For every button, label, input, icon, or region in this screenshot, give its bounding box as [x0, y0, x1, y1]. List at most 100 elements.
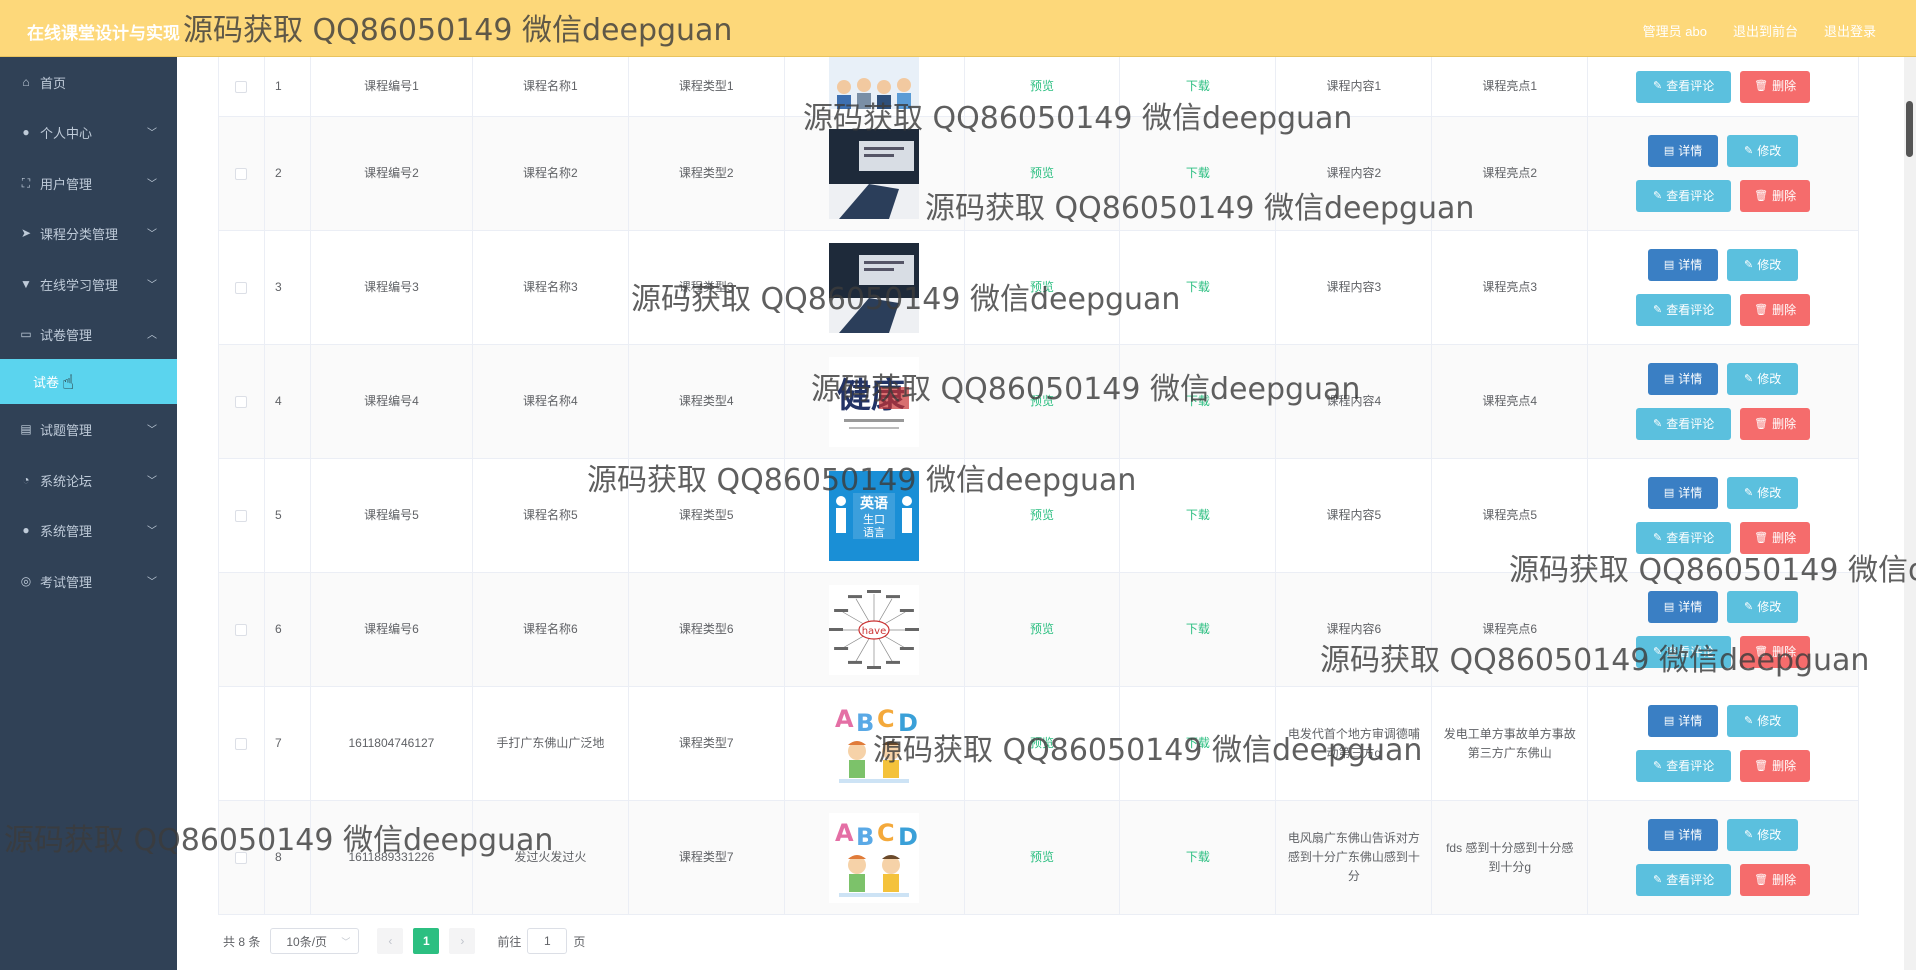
course-thumbnail[interactable]: [829, 242, 920, 333]
row-index: 7: [265, 687, 311, 800]
detail-button[interactable]: ▤ 详情: [1648, 705, 1719, 737]
delete-button[interactable]: 🗑 删除: [1740, 180, 1811, 212]
pencil-icon: ✎: [1743, 372, 1754, 385]
download-link[interactable]: 下载: [1120, 459, 1277, 572]
course-thumbnail[interactable]: ABCD: [829, 698, 920, 789]
edit-button[interactable]: ✎ 修改: [1727, 249, 1799, 281]
sidebar-item-forum[interactable]: ◔ 系统论坛 ﹀: [0, 455, 177, 505]
row-checkbox[interactable]: [235, 623, 248, 636]
logout-link[interactable]: 退出登录: [1824, 21, 1876, 40]
detail-button[interactable]: ▤ 详情: [1648, 363, 1719, 395]
row-actions: ▤ 详情 ✎ 修改 ✎ 查看评论 🗑 删除: [1588, 573, 1858, 686]
page-size-select[interactable]: 10条/页 ﹀: [270, 928, 360, 954]
sidebar-item-system[interactable]: ● 系统管理 ﹀: [0, 505, 177, 555]
download-link[interactable]: 下载: [1120, 117, 1277, 230]
download-link[interactable]: 下载: [1120, 801, 1277, 914]
delete-button[interactable]: 🗑 删除: [1740, 522, 1811, 554]
download-link[interactable]: 下载: [1120, 231, 1277, 344]
scrollbar-thumb[interactable]: [1906, 101, 1913, 157]
delete-button[interactable]: 🗑 删除: [1740, 750, 1811, 782]
preview-link[interactable]: 预览: [965, 117, 1121, 230]
view-comments-button[interactable]: ✎ 查看评论: [1636, 180, 1732, 212]
detail-button[interactable]: ▤ 详情: [1648, 477, 1719, 509]
view-comments-button[interactable]: ✎ 查看评论: [1636, 636, 1732, 668]
detail-button[interactable]: ▤ 详情: [1648, 819, 1719, 851]
row-checkbox[interactable]: [235, 395, 248, 408]
download-link[interactable]: 下载: [1120, 573, 1277, 686]
course-content: 课程内容3: [1276, 231, 1433, 344]
sidebar-item-profile[interactable]: ● 个人中心 ﹀: [0, 107, 177, 157]
view-comments-button[interactable]: ✎ 查看评论: [1636, 70, 1732, 103]
view-comments-button[interactable]: ✎ 查看评论: [1636, 408, 1732, 440]
view-comments-button[interactable]: ✎ 查看评论: [1636, 750, 1732, 782]
course-thumbnail[interactable]: [829, 56, 920, 109]
edit-button[interactable]: ✎ 修改: [1727, 363, 1799, 395]
page-number-current[interactable]: 1: [413, 928, 440, 954]
row-actions: ▤ 详情 ✎ 修改 ✎ 查看评论 🗑 删除: [1588, 801, 1858, 914]
download-link[interactable]: 下载: [1120, 57, 1277, 116]
view-comments-button[interactable]: ✎ 查看评论: [1636, 864, 1732, 896]
sidebar-item-course-category[interactable]: ➤ 课程分类管理 ﹀: [0, 208, 177, 258]
chevron-up-icon: ︿: [147, 330, 157, 341]
delete-button[interactable]: 🗑 删除: [1740, 70, 1811, 103]
goto-page-input[interactable]: [527, 928, 568, 954]
preview-link[interactable]: 预览: [965, 573, 1121, 686]
sidebar-subitem-exam-paper[interactable]: 试卷 ☝: [0, 359, 177, 404]
delete-button[interactable]: 🗑 删除: [1740, 864, 1811, 896]
course-image-cell: ABCD: [785, 801, 965, 914]
row-checkbox[interactable]: [235, 167, 248, 180]
sidebar-item-exam-papers[interactable]: ▭ 试卷管理 ︿: [0, 309, 177, 359]
course-name: 课程名称6: [473, 573, 629, 686]
pencil-icon: ✎: [1652, 80, 1663, 92]
edit-button[interactable]: ✎ 修改: [1727, 477, 1799, 509]
sidebar-item-home[interactable]: ⌂ 首页: [0, 57, 177, 107]
view-comments-button[interactable]: ✎ 查看评论: [1636, 522, 1732, 554]
course-thumbnail[interactable]: 英语 生口 语言: [829, 470, 920, 561]
back-to-front-link[interactable]: 退出到前台: [1733, 21, 1798, 40]
row-checkbox[interactable]: [235, 737, 248, 750]
preview-link[interactable]: 预览: [965, 801, 1121, 914]
delete-button[interactable]: 🗑 删除: [1740, 294, 1811, 326]
download-link[interactable]: 下载: [1120, 345, 1277, 458]
sidebar-subitem-label: 试卷: [33, 375, 60, 390]
preview-link[interactable]: 预览: [965, 57, 1121, 116]
preview-link[interactable]: 预览: [965, 345, 1121, 458]
course-name: 发过火发过火: [473, 801, 629, 914]
detail-button[interactable]: ▤ 详情: [1648, 249, 1719, 281]
view-comments-button[interactable]: ✎ 查看评论: [1636, 294, 1732, 326]
detail-button[interactable]: ▤ 详情: [1648, 135, 1719, 167]
table-row: 7 1611804746127 手打广东佛山广泛地 课程类型7 A B C D 预览 下载 电发代首…: [219, 687, 1858, 801]
pencil-icon: ✎: [1652, 189, 1663, 202]
sidebar-item-online-learning[interactable]: ▼ 在线学习管理 ﹀: [0, 259, 177, 309]
preview-link[interactable]: 预览: [965, 459, 1121, 572]
preview-link[interactable]: 预览: [965, 687, 1121, 800]
sidebar-item-exams[interactable]: ◎ 考试管理 ﹀: [0, 556, 177, 606]
delete-button[interactable]: 🗑 删除: [1740, 408, 1811, 440]
course-thumbnail[interactable]: ABCD: [829, 812, 920, 903]
table-row: 8 1611889331226 发过火发过火 课程类型7 A B C D 预览 下载 电风扇广东佛山…: [219, 801, 1858, 915]
row-checkbox[interactable]: [235, 80, 248, 93]
course-thumbnail[interactable]: [829, 128, 920, 219]
download-link[interactable]: 下载: [1120, 687, 1277, 800]
edit-button[interactable]: ✎ 修改: [1727, 591, 1799, 623]
sidebar-item-questions[interactable]: ▤ 试题管理 ﹀: [0, 404, 177, 454]
edit-button[interactable]: ✎ 修改: [1727, 705, 1799, 737]
course-name: 课程名称3: [473, 231, 629, 344]
delete-button-label: 删除: [1772, 79, 1797, 93]
edit-button[interactable]: ✎ 修改: [1727, 819, 1799, 851]
delete-button[interactable]: 🗑 删除: [1740, 636, 1811, 668]
course-name: 手打广东佛山广泛地: [473, 687, 629, 800]
row-checkbox[interactable]: [235, 281, 248, 294]
sidebar-item-users[interactable]: ⛶ 用户管理 ﹀: [0, 158, 177, 208]
row-checkbox[interactable]: [235, 851, 248, 864]
vertical-scrollbar[interactable]: [1904, 57, 1916, 970]
course-thumbnail[interactable]: have: [829, 584, 920, 675]
prev-page-button[interactable]: ‹: [377, 928, 404, 954]
trash-icon: 🗑: [1754, 80, 1769, 92]
preview-link[interactable]: 预览: [965, 231, 1121, 344]
row-checkbox[interactable]: [235, 509, 248, 522]
course-thumbnail[interactable]: 健康: [829, 356, 920, 447]
edit-button[interactable]: ✎ 修改: [1727, 135, 1799, 167]
detail-button[interactable]: ▤ 详情: [1648, 591, 1719, 623]
next-page-button[interactable]: ›: [449, 928, 476, 954]
